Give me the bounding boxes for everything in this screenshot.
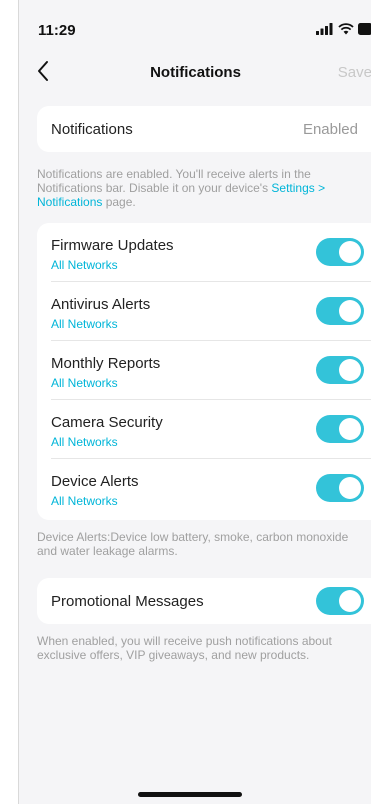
battery-icon — [358, 23, 371, 35]
alert-title: Monthly Reports — [51, 355, 161, 372]
list-item: Firmware Updates All Networks — [37, 223, 371, 282]
nav-bar: Notifications Save — [19, 52, 371, 92]
page-title: Notifications — [150, 64, 241, 81]
status-bar: 11:29 — [19, 0, 371, 44]
promo-title: Promotional Messages — [51, 593, 204, 610]
list-item: Antivirus Alerts All Networks — [37, 282, 371, 341]
toggle-knob — [339, 300, 361, 322]
promo-note: When enabled, you will receive push noti… — [37, 634, 332, 662]
alert-scope[interactable]: All Networks — [51, 376, 118, 390]
toggle-knob — [339, 241, 361, 263]
phone-screen: 11:29 Notifications Save Notifications E… — [18, 0, 371, 804]
antivirus-alerts-toggle[interactable] — [316, 297, 364, 325]
home-indicator[interactable] — [138, 792, 242, 797]
list-item: Device Alerts All Networks — [37, 459, 371, 518]
alert-scope[interactable]: All Networks — [51, 435, 118, 449]
list-item: Monthly Reports All Networks — [37, 341, 371, 400]
notifications-note-suffix: page. — [102, 195, 136, 209]
status-icons — [316, 22, 371, 36]
promotional-messages-toggle[interactable] — [316, 587, 364, 615]
toggle-knob — [339, 590, 361, 612]
promotional-messages-setting: Promotional Messages — [37, 578, 371, 624]
toggle-knob — [339, 418, 361, 440]
camera-security-toggle[interactable] — [316, 415, 364, 443]
toggle-knob — [339, 359, 361, 381]
alert-scope[interactable]: All Networks — [51, 258, 118, 272]
monthly-reports-toggle[interactable] — [316, 356, 364, 384]
alert-scope[interactable]: All Networks — [51, 494, 118, 508]
alert-title: Device Alerts — [51, 473, 139, 490]
alert-title: Camera Security — [51, 414, 163, 431]
firmware-updates-toggle[interactable] — [316, 238, 364, 266]
notifications-label: Notifications — [51, 121, 133, 138]
signal-icon — [316, 23, 333, 35]
alert-title: Firmware Updates — [51, 237, 174, 254]
notifications-status: Enabled — [302, 121, 358, 138]
notifications-setting[interactable]: Notifications Enabled — [37, 106, 371, 152]
device-alerts-toggle[interactable] — [316, 474, 364, 502]
wifi-icon — [338, 23, 354, 35]
notifications-note: Notifications are enabled. You'll receiv… — [37, 167, 366, 209]
alert-scope[interactable]: All Networks — [51, 317, 118, 331]
list-item: Camera Security All Networks — [37, 400, 371, 459]
save-button[interactable]: Save — [338, 64, 371, 81]
device-alerts-note: Device Alerts:Device low battery, smoke,… — [37, 530, 349, 558]
toggle-knob — [339, 477, 361, 499]
status-time: 11:29 — [38, 22, 76, 39]
alert-title: Antivirus Alerts — [51, 296, 151, 313]
notifications-note-text: Notifications are enabled. You'll receiv… — [37, 167, 311, 195]
alerts-card: Firmware Updates All Networks Antivirus … — [37, 223, 371, 520]
